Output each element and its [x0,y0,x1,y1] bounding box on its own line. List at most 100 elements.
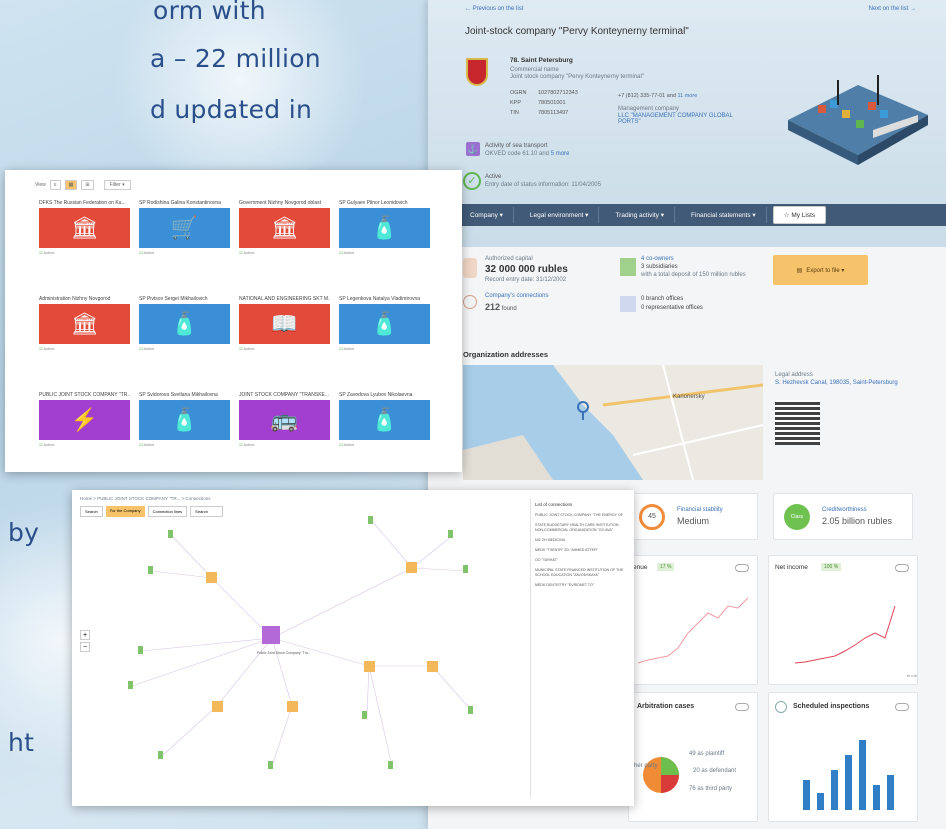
financial-stability-card: 45 Financial stability Medium [628,493,758,540]
qr-code [775,400,820,445]
company-tile[interactable]: Government Nizhny Novgorod oblast 🏛 ☑ Acti… [239,200,330,256]
export-button[interactable]: ▤ Export to file ▾ [773,255,868,285]
grid-filter-button[interactable]: Filter ▾ [103,180,131,190]
bg-text-line-3: d updated in [150,95,313,124]
view-map-button[interactable]: ⊞ [81,180,94,190]
connection-item[interactable]: MEDK "TSENTR" ZD "AHMED ATTER" [535,548,626,553]
view-list-button[interactable]: ≡ [49,180,61,190]
zoom-out-button[interactable]: − [80,642,90,652]
subsidiaries: 3 subsidiaries [641,264,678,270]
my-lists-button[interactable]: ☆ My Lists [772,206,827,224]
view-tiles-button[interactable]: ▦ [64,180,78,190]
company-tile[interactable]: SP Gulyaev Pilnor Leonidovich 🧴 ☑ Active [339,200,430,256]
connections-link[interactable]: Company's connections [485,293,549,299]
company-tile[interactable]: Administration Nizhny Novgorod 🏛 ☑ Active [39,296,130,352]
connection-item[interactable]: MEDK DENTISTRY "EVRIDNET TO" [535,583,626,588]
company-tile[interactable]: SP Rodishina Galina Konstantinovna 🛒 ☑ Act… [139,200,230,256]
prev-link[interactable]: ← Previous on the list [465,6,523,12]
tile-icon: 🧴 [370,311,399,336]
phone-more-link[interactable]: 11 more [677,93,697,99]
tile-icon: 🧴 [170,311,199,336]
connections-graph[interactable]: Public Joint Stock Company "Tra... [72,516,517,806]
arb-defendant: 20 as defendant [693,768,737,774]
bg-text-line-2: a – 22 million [150,44,321,73]
tile-banner: 🧴 [139,304,230,344]
nav-trading-activity[interactable]: Trading activity ▾ [605,207,675,223]
stability-label[interactable]: Financial stability [677,507,723,513]
tile-status: ☑ Active [39,250,55,255]
tile-title: SP Zavodova Lyubov Nikolaevna [339,392,413,398]
tile-icon: 🏛 [270,215,299,240]
tile-status: ☑ Active [39,442,55,447]
connection-item[interactable]: PUBLIC JOINT STOCK COMPANY "THE ENERGY O… [535,513,626,518]
addresses-title: Organization addresses [463,350,549,359]
tile-title: SP Svidorova Svetlana Mikhailovna [139,392,218,398]
tile-banner: 🧴 [139,400,230,440]
connection-item[interactable]: STATE BUDGETARY HEALTH CARE INSTITUTION … [535,523,626,533]
activity-more-link[interactable]: 5 more [551,151,570,157]
coowners-link[interactable]: 4 co-owners [641,256,674,262]
tile-icon: 🧴 [370,215,399,240]
credit-class-badge: Class [784,504,810,530]
commercial-name-label: Commercial name [510,67,559,73]
nav-financial-statements[interactable]: Financial statements ▾ [681,207,767,223]
net-income-title: Net income [775,564,808,571]
arb-third-party: 76 as third party [689,786,733,792]
arb-plaintiff: 49 as plaintiff [689,751,725,757]
tile-status: ☑ Active [39,346,55,351]
address-map[interactable]: Kanonersky [463,365,763,480]
tin-label: TIN [510,110,519,116]
inspections-toggle[interactable] [895,703,909,711]
ogrn-label: OGRN [510,90,527,96]
tile-banner: 🏛 [39,208,130,248]
connection-item[interactable]: OO "TARHAT" [535,558,626,563]
tile-icon: 🧴 [370,407,399,432]
tile-title: Government Nizhny Novgorod oblast [239,200,321,206]
management-link[interactable]: LLC "MANAGEMENT COMPANY GLOBAL PORTS" [618,113,738,125]
port-illustration [788,75,928,165]
graph-center-node[interactable] [262,626,280,644]
tile-status: ☑ Active [239,442,255,447]
arbitration-toggle[interactable] [735,703,749,711]
company-nav: Company ▾ Legal environment ▾ Trading ac… [428,204,946,226]
branch-icon [620,296,636,312]
legal-address[interactable]: S. Hezhevsk Canal, 198035, Saint-Petersb… [775,380,898,386]
company-tile[interactable]: SP Zavodova Lyubov Nikolaevna 🧴 ☑ Active [339,392,430,448]
net-income-toggle[interactable] [895,564,909,572]
inspections-title: Scheduled inspections [793,703,870,710]
kpp-value: 780501001 [538,100,566,106]
tile-title: DFKS The Russian Federation on Ku... [39,200,126,206]
company-tile[interactable]: NATIONAL AND ENGINEERING SKT M... 📖 ☑ Acti… [239,296,330,352]
connection-item[interactable]: NIZ ZH MEDICINA [535,538,626,543]
company-tile[interactable]: PUBLIC JOINT STOCK COMPANY "TR... ⚡ ☑ Acti… [39,392,130,448]
company-tile[interactable]: SP Pivtsov Sergei Mikhailovich 🧴 ☑ Active [139,296,230,352]
subsidiaries-note: with a total deposit of 150 million rubl… [641,272,746,278]
revenue-toggle[interactable] [735,564,749,572]
zoom-in-button[interactable]: + [80,630,90,640]
tile-icon: 🛒 [170,215,199,240]
graph-breadcrumb: Home > PUBLIC JOINT STOCK COMPANY "TR...… [80,496,211,501]
bg-text-line-5: ht [8,728,35,757]
bg-text-line-1: orm with [153,0,266,25]
tile-banner: 🧴 [339,400,430,440]
active-check-icon: ✓ [463,172,481,190]
company-tile[interactable]: SP Legenkova Natalya Vladimirovna 🧴 ☑ Acti… [339,296,430,352]
tile-status: ☑ Active [339,442,355,447]
arbitration-card: Arbitration cases 49 as plaintiff 20 as … [628,692,758,822]
credit-label[interactable]: Creditworthiness [822,507,867,513]
company-tile[interactable]: DFKS The Russian Federation on Ku... 🏛 ☑ A… [39,200,130,256]
company-tile[interactable]: JOINT STOCK COMPANY "TRANSKE... 🚌 ☑ Active [239,392,330,448]
representative-offices: 0 representative offices [641,305,703,311]
nav-legal-environment[interactable]: Legal environment ▾ [520,207,600,223]
next-link[interactable]: Next on the list → [869,6,916,12]
capital-date: Record entry date: 31/12/2002 [485,277,567,283]
nav-company[interactable]: Company ▾ [460,207,514,223]
tile-status: ☑ Active [339,346,355,351]
tile-title: SP Gulyaev Pilnor Leonidovich [339,200,408,206]
arbitration-pie [643,757,679,793]
capital-label: Authorized capital [485,256,533,262]
connection-item[interactable]: MUNICIPAL STATE FINANCED INSTITUTION OF … [535,568,626,578]
tile-icon: 🧴 [170,407,199,432]
company-tile[interactable]: SP Svidorova Svetlana Mikhailovna 🧴 ☑ Acti… [139,392,230,448]
graph-center-label: Public Joint Stock Company "Tra... [257,651,311,655]
